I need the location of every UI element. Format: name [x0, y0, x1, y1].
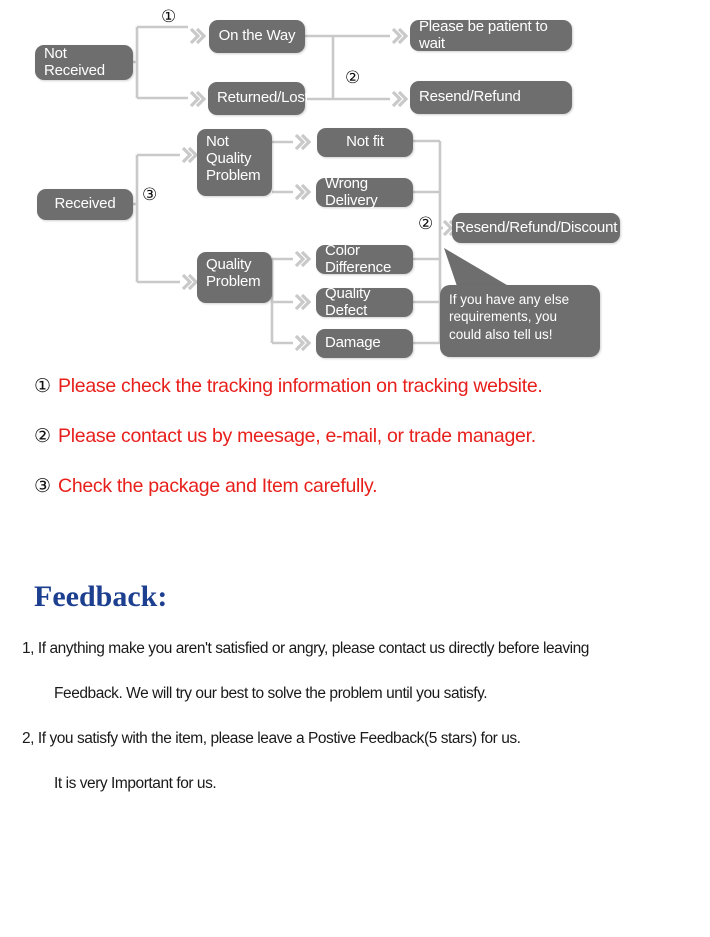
note-item: ③ Check the package and Item carefully. — [0, 475, 710, 525]
note-text: Please contact us by meesage, e-mail, or… — [58, 425, 536, 447]
note-item: ② Please contact us by meesage, e-mail, … — [0, 425, 710, 475]
node-not-quality-problem[interactable]: Not Quality Problem — [197, 129, 272, 196]
notes-list: ① Please check the tracking information … — [0, 375, 710, 525]
marker-three-left: ③ — [142, 185, 158, 205]
flowchart: Not Received On the Way Returned/Lost Pl… — [0, 0, 710, 370]
node-quality-defect[interactable]: Quality Defect — [316, 285, 413, 318]
feedback-section: Feedback: 1, If anything make you aren't… — [0, 580, 710, 806]
feedback-line-1: 1, If anything make you aren't satisfied… — [22, 640, 589, 657]
node-damage[interactable]: Damage — [316, 329, 413, 358]
node-quality-problem[interactable]: Quality Problem — [197, 252, 272, 303]
marker-two-right: ② — [418, 214, 434, 234]
note-number: ③ — [34, 475, 52, 497]
marker-one-top: ① — [161, 7, 177, 27]
node-received[interactable]: Received — [37, 189, 133, 220]
note-number: ① — [34, 375, 52, 397]
marker-two-top: ② — [345, 68, 361, 88]
bubble-extra-requirements: If you have any else requirements, you c… — [440, 285, 600, 357]
note-number: ② — [34, 425, 52, 447]
node-wrong-delivery[interactable]: Wrong Delivery — [316, 175, 413, 208]
feedback-heading: Feedback: — [34, 580, 168, 613]
node-resend-refund[interactable]: Resend/Refund — [410, 81, 572, 114]
note-item: ① Please check the tracking information … — [0, 375, 710, 425]
node-not-fit[interactable]: Not fit — [317, 128, 413, 157]
node-on-the-way[interactable]: On the Way — [209, 20, 305, 53]
note-text: Please check the tracking information on… — [58, 375, 543, 397]
feedback-line-1-cont: Feedback. We will try our best to solve … — [54, 685, 488, 702]
node-color-difference[interactable]: Color Difference — [316, 242, 413, 275]
node-please-be-patient-to-wait[interactable]: Please be patient to wait — [410, 18, 572, 51]
node-resend-refund-discount[interactable]: Resend/Refund/Discount — [452, 213, 620, 243]
node-not-received[interactable]: Not Received — [35, 45, 133, 80]
node-returned-lost[interactable]: Returned/Lost — [208, 82, 309, 115]
feedback-line-2: 2, If you satisfy with the item, please … — [22, 730, 521, 747]
note-text: Check the package and Item carefully. — [58, 475, 378, 497]
feedback-line-2-cont: It is very Important for us. — [54, 775, 217, 792]
